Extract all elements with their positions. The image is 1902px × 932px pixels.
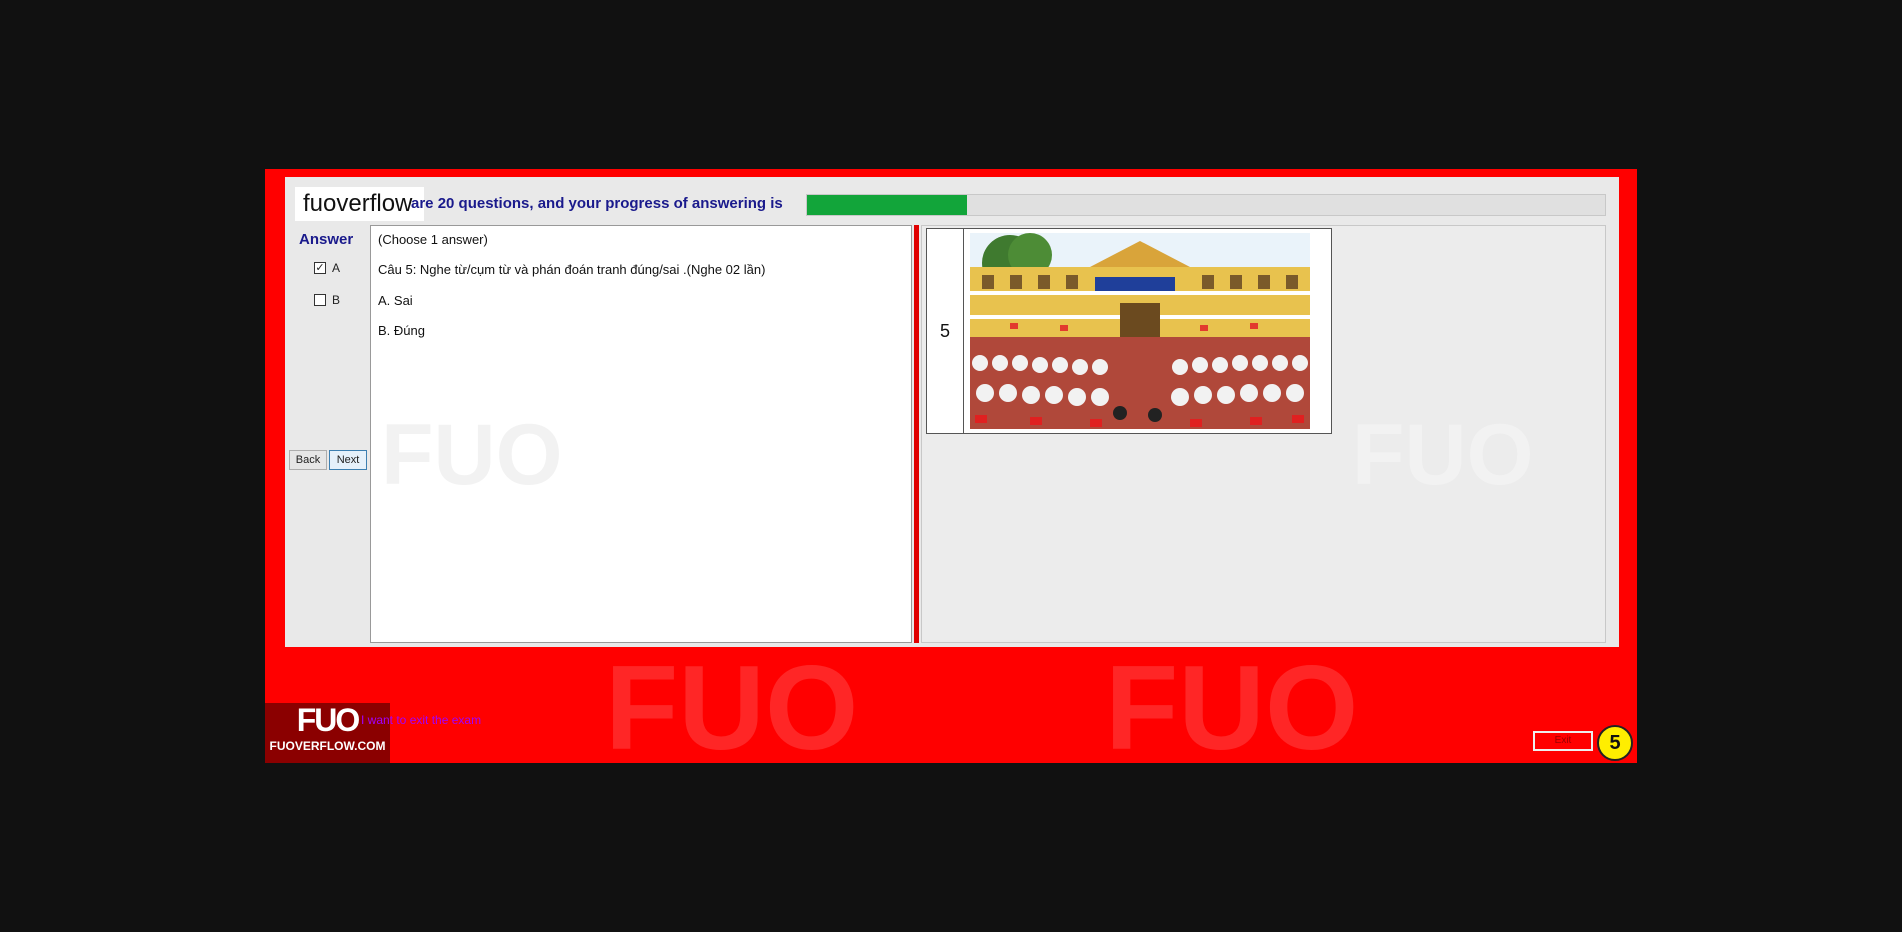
image-number: 5 bbox=[927, 229, 964, 433]
back-button[interactable]: Back bbox=[289, 450, 327, 470]
question-pane: FUO (Choose 1 answer) Câu 5: Nghe từ/cụm… bbox=[370, 225, 912, 643]
answer-option-b-label: B bbox=[332, 293, 341, 307]
answer-option-a[interactable]: ✓ A bbox=[314, 261, 340, 275]
exit-exam-link[interactable]: I want to exit the exam bbox=[361, 713, 481, 727]
choice-a: A. Sai bbox=[378, 293, 413, 308]
image-pane: FUO 5 bbox=[921, 225, 1606, 643]
watermark-red-2: FUO bbox=[1105, 641, 1359, 775]
progress-bar bbox=[806, 194, 1606, 216]
exam-window: FUO FUO fuoverflow are 20 questions, and… bbox=[265, 169, 1637, 775]
pane-divider[interactable] bbox=[914, 225, 919, 643]
image-table: 5 bbox=[926, 228, 1332, 434]
logo-bottom-text: FUOVERFLOW.COM bbox=[269, 739, 386, 753]
checkbox-a[interactable]: ✓ bbox=[314, 262, 326, 274]
answer-column: Answer ✓ A B bbox=[285, 227, 371, 641]
choice-b: B. Đúng bbox=[378, 323, 425, 338]
progress-bar-fill bbox=[807, 195, 967, 215]
question-text: Câu 5: Nghe từ/cụm từ và phán đoán tranh… bbox=[378, 262, 766, 277]
question-number-badge: 5 bbox=[1597, 725, 1633, 761]
fuoverflow-logo: FUO FUOVERFLOW.COM bbox=[265, 703, 390, 763]
brand-label: fuoverflow bbox=[295, 187, 425, 221]
progress-text: are 20 questions, and your progress of a… bbox=[411, 195, 783, 212]
school-photo-image bbox=[970, 233, 1310, 429]
answer-option-a-label: A bbox=[332, 261, 341, 275]
watermark-fuo-right: FUO bbox=[1352, 407, 1534, 503]
question-image bbox=[964, 229, 1331, 433]
answer-option-b[interactable]: B bbox=[314, 293, 340, 307]
checkbox-b[interactable] bbox=[314, 294, 326, 306]
answer-title: Answer bbox=[299, 231, 354, 248]
next-button[interactable]: Next bbox=[329, 450, 367, 470]
question-instruction: (Choose 1 answer) bbox=[378, 232, 488, 247]
watermark-fuo-left: FUO bbox=[381, 407, 563, 503]
exit-button[interactable]: Exit bbox=[1533, 731, 1593, 751]
watermark-red-1: FUO bbox=[605, 641, 859, 775]
exam-content-panel: fuoverflow are 20 questions, and your pr… bbox=[285, 177, 1619, 647]
